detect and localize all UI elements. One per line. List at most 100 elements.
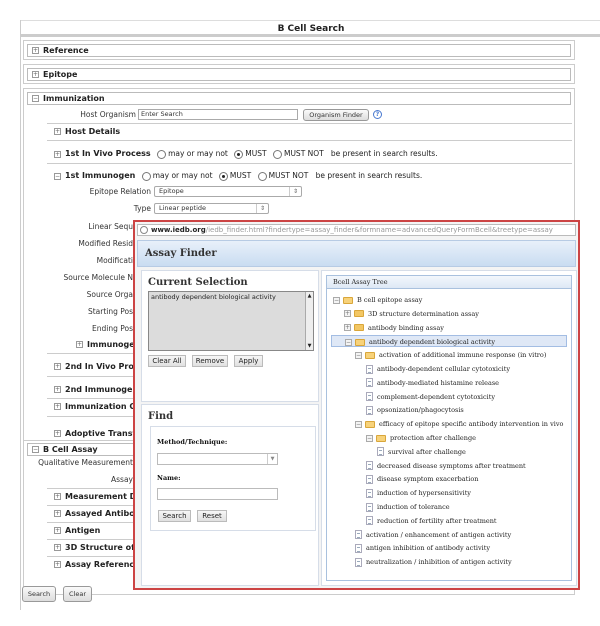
find-search-button[interactable]: Search (158, 510, 191, 522)
organism-finder-button[interactable]: Organism Finder (303, 109, 369, 121)
tree-node-label: activation of additional immune response… (379, 351, 547, 360)
expand-icon[interactable]: + (32, 47, 39, 54)
type-select[interactable]: Linear peptide ⇕ (154, 203, 269, 214)
source-organism-label: Source Orga (86, 290, 133, 299)
remove-button[interactable]: Remove (192, 355, 228, 367)
tree-node[interactable]: + antibody binding assay (344, 322, 444, 334)
collapse-icon[interactable]: − (32, 446, 39, 453)
adoptive-transfer-row[interactable]: + Adoptive Transfe (54, 429, 141, 438)
expand-icon[interactable]: + (54, 527, 61, 534)
assayed-antibody-row[interactable]: + Assayed Antibod (54, 509, 140, 518)
expand-icon[interactable]: + (344, 310, 351, 318)
measurement-details-row[interactable]: + Measurement De (54, 492, 142, 501)
collapse-icon[interactable]: − (355, 351, 362, 359)
tree-node[interactable]: reduction of fertility after treatment (366, 515, 497, 527)
tree-node[interactable]: +3D structure determination assay (344, 308, 479, 320)
clear-button[interactable]: Clear (63, 586, 92, 602)
tree-node[interactable]: antigen inhibition of antibody activity (355, 542, 490, 554)
second-immunogen-row[interactable]: +2nd Immunogen (54, 385, 138, 394)
clear-all-button[interactable]: Clear All (148, 355, 186, 367)
b-cell-assay-header[interactable]: − B Cell Assay (27, 443, 147, 456)
epitope-header[interactable]: + Epitope (27, 68, 571, 81)
scroll-down-icon[interactable]: ▼ (306, 342, 313, 350)
folder-open-icon (376, 434, 386, 442)
name-input[interactable] (157, 488, 278, 500)
tree-node[interactable]: decreased disease symptoms after treatme… (366, 460, 526, 472)
modified-residue-label: Modified Resid (78, 239, 133, 248)
expand-icon[interactable]: + (54, 561, 61, 568)
reference-header[interactable]: + Reference (27, 44, 571, 57)
radio-must-not[interactable] (272, 149, 282, 159)
document-icon (366, 461, 373, 471)
collapse-icon[interactable]: − (345, 338, 352, 346)
expand-icon[interactable]: + (54, 493, 61, 500)
url-bar[interactable]: www.iedb.org/iedb_finder.html?findertype… (137, 224, 576, 236)
modification-label: Modificati (96, 256, 133, 265)
expand-icon[interactable]: + (54, 430, 61, 437)
3d-structure-row[interactable]: +3D Structure of C (54, 543, 143, 552)
radio-may-or-may-not[interactable] (157, 149, 167, 159)
tree-node[interactable]: − efficacy of epitope specific antibody i… (355, 418, 563, 430)
dropdown-arrow-icon[interactable]: ▼ (267, 454, 277, 464)
radio-must[interactable] (234, 149, 244, 159)
host-details-row[interactable]: + Host Details (54, 127, 120, 136)
expand-icon[interactable]: + (54, 128, 61, 135)
tree-node[interactable]: disease symptom exacerbation (366, 473, 478, 485)
selected-item[interactable]: antibody dependent biological activity (151, 293, 276, 301)
tree-node[interactable]: neutralization / inhibition of antigen a… (355, 556, 512, 568)
collapse-icon[interactable]: − (32, 95, 39, 102)
expand-icon[interactable]: + (54, 544, 61, 551)
select-arrow-icon: ⇕ (289, 187, 301, 196)
expand-icon[interactable]: + (54, 510, 61, 517)
find-reset-button[interactable]: Reset (197, 510, 227, 522)
expand-icon[interactable]: + (32, 71, 39, 78)
tree-node[interactable]: induction of tolerance (366, 501, 450, 513)
immunization-conditions-row[interactable]: + Immunization Co (54, 402, 141, 411)
radio-must-not[interactable] (257, 171, 267, 181)
tree-node[interactable]: − activation of additional immune respons… (355, 349, 546, 361)
immunization-header[interactable]: − Immunization (27, 92, 571, 105)
search-button[interactable]: Search (22, 586, 56, 602)
tree-node[interactable]: activation / enhancement of antigen acti… (355, 529, 511, 541)
epitope-relation-select[interactable]: Epitope ⇕ (154, 186, 302, 197)
collapse-icon[interactable]: − (54, 172, 61, 180)
tree-node[interactable]: antibody-dependent cellular cytotoxicity (366, 363, 510, 375)
radio-may-or-may-not[interactable] (141, 171, 151, 181)
assay-reference-row[interactable]: + Assay Reference (54, 560, 140, 569)
antigen-row[interactable]: + Antigen (54, 526, 100, 535)
second-in-vivo-row[interactable]: +2nd In Vivo Proc (54, 362, 139, 371)
tree-node[interactable]: opsonization/phagocytosis (366, 404, 464, 416)
scroll-up-icon[interactable]: ▲ (306, 292, 313, 300)
host-organism-label: Host Organism (80, 110, 136, 119)
tree-node[interactable]: antibody-mediated histamine release (366, 377, 499, 389)
expand-icon[interactable]: + (76, 341, 83, 348)
current-selection-panel: Current Selection antibody dependent bio… (141, 270, 319, 402)
scrollbar[interactable]: ▲ ▼ (305, 292, 313, 350)
method-technique-combo[interactable]: ▼ (157, 453, 278, 465)
expand-icon[interactable]: + (54, 363, 61, 370)
expand-icon[interactable]: + (54, 386, 61, 393)
host-organism-input[interactable]: Enter Search (138, 109, 298, 120)
assay-tree: − B cell epitope assay +3D structure deter… (326, 289, 572, 581)
expand-icon[interactable]: + (344, 324, 351, 332)
tree-node[interactable]: complement-dependent cytotoxicity (366, 391, 495, 403)
collapse-icon[interactable]: − (355, 420, 362, 428)
collapse-icon[interactable]: − (366, 434, 373, 442)
tree-node[interactable]: survival after challenge (377, 446, 466, 458)
radio-must[interactable] (218, 171, 228, 181)
tree-node-label: protection after challenge (390, 434, 476, 442)
document-icon (366, 364, 373, 374)
tree-node[interactable]: induction of hypersensitivity (366, 487, 471, 499)
divider (47, 140, 572, 141)
current-selection-list[interactable]: antibody dependent biological activity ▲… (148, 291, 314, 351)
immunogen-subsection[interactable]: + Immunogen (76, 340, 140, 349)
apply-button[interactable]: Apply (234, 355, 263, 367)
tree-node[interactable]: − protection after challenge (366, 432, 476, 444)
expand-icon[interactable]: + (54, 403, 61, 410)
help-icon[interactable]: ? (373, 110, 382, 119)
collapse-icon[interactable]: − (333, 296, 340, 304)
tree-node[interactable]: − B cell epitope assay (333, 294, 422, 306)
expand-icon[interactable]: + (54, 150, 61, 158)
tree-node[interactable]: − antibody dependent biological activity (331, 335, 567, 348)
tree-node-label: survival after challenge (388, 447, 466, 456)
